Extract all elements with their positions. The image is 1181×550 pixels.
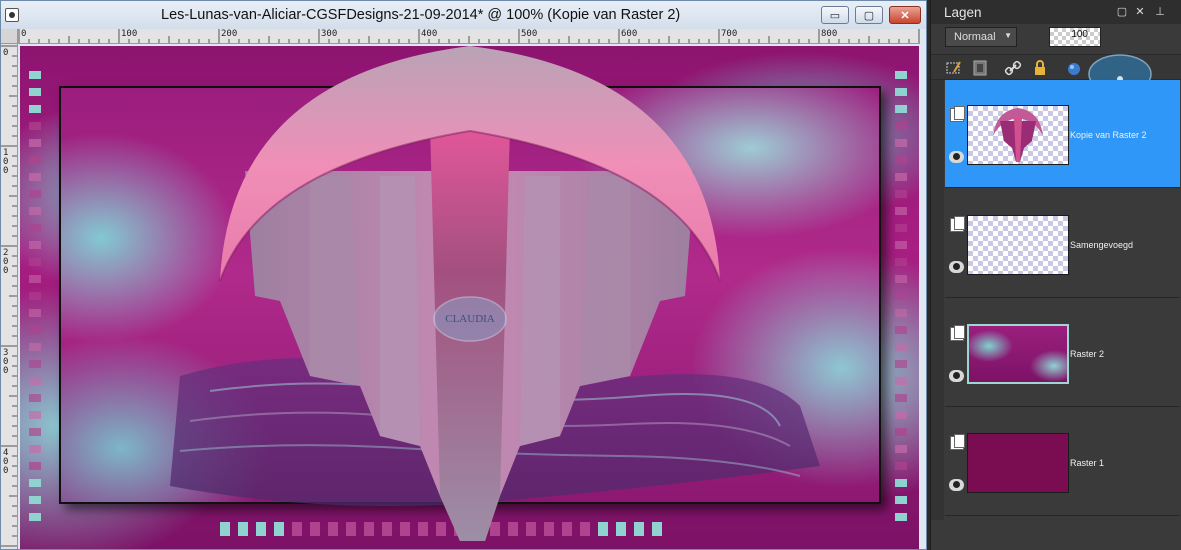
opacity-field[interactable]: 100	[1049, 27, 1101, 47]
minimize-button[interactable]: ▭	[821, 6, 849, 24]
ruler-label: 100	[121, 29, 138, 39]
layer-thumbnail-art	[993, 108, 1043, 162]
visibility-eye-icon[interactable]	[949, 479, 964, 491]
layer-type-icon	[950, 106, 965, 122]
panel-pin-icon[interactable]: ⊥	[1153, 5, 1167, 19]
blend-mode-select[interactable]: Normaal ▼	[945, 27, 1017, 47]
watermark-text: CLAUDIA	[445, 313, 495, 325]
ruler-label: 500	[521, 29, 538, 39]
document-window: Les-Lunas-van-Aliciar-CGSFDesigns-21-09-…	[0, 0, 927, 550]
layer-row-raster-2[interactable]: Raster 2	[945, 299, 1180, 407]
ruler-label: 0	[3, 48, 9, 58]
ruler-label: 300	[321, 29, 338, 39]
document-titlebar[interactable]: Les-Lunas-van-Aliciar-CGSFDesigns-21-09-…	[1, 1, 926, 29]
dome-artwork: CLAUDIA	[170, 46, 820, 541]
layer-list: Kopie van Raster 2 Samengevoegd Raster 2	[945, 80, 1180, 520]
image-canvas[interactable]: CLAUDIA	[20, 46, 919, 549]
close-button[interactable]: ✕	[889, 6, 921, 24]
visibility-eye-icon[interactable]	[949, 151, 964, 163]
visibility-eye-icon[interactable]	[949, 370, 964, 382]
layer-thumbnail	[967, 105, 1069, 165]
layer-thumbnail	[967, 433, 1069, 493]
edit-selection-icon[interactable]	[945, 59, 963, 77]
document-title: Les-Lunas-van-Aliciar-CGSFDesigns-21-09-…	[161, 7, 681, 23]
ruler-label: 0	[3, 366, 9, 376]
ruler-label: 0	[3, 166, 9, 176]
mask-icon[interactable]	[971, 59, 989, 77]
layer-type-icon	[950, 216, 965, 232]
ruler-corner	[1, 29, 18, 44]
layer-row-kopie-van-raster-2[interactable]: Kopie van Raster 2	[945, 80, 1180, 188]
layers-panel: Lagen ▢ ✕ ⊥ Normaal ▼ 100 Kopie van Rast…	[930, 0, 1181, 550]
effects-icon[interactable]	[1065, 59, 1083, 77]
ruler-label: 200	[221, 29, 238, 39]
chevron-down-icon: ▼	[1004, 31, 1012, 40]
layer-type-icon	[950, 325, 965, 341]
layers-panel-title: Lagen	[944, 5, 982, 20]
blend-mode-value: Normaal	[954, 31, 996, 43]
layer-thumbnail	[967, 215, 1069, 275]
ruler-horizontal[interactable]: 0 100 200 300 400 500 600 700 800	[18, 29, 920, 44]
visibility-eye-icon[interactable]	[949, 261, 964, 273]
ruler-vertical[interactable]: 0100200300400	[1, 44, 18, 549]
link-icon[interactable]	[1004, 59, 1022, 77]
layer-row-raster-1[interactable]: Raster 1	[945, 408, 1180, 516]
layer-name: Raster 1	[1070, 458, 1105, 468]
lock-icon[interactable]	[1031, 59, 1049, 77]
opacity-value: 100	[1071, 29, 1088, 40]
layers-toolbar	[931, 54, 1181, 94]
ruler-label: 600	[621, 29, 638, 39]
layers-panel-header: Lagen ▢ ✕ ⊥	[931, 0, 1181, 24]
ruler-label: 400	[421, 29, 438, 39]
panel-close-icon[interactable]: ✕	[1133, 5, 1147, 19]
layers-scrollbar[interactable]	[931, 80, 944, 520]
ruler-label: 0	[3, 466, 9, 476]
ruler-label: 700	[721, 29, 738, 39]
layer-name: Samengevoegd	[1070, 240, 1134, 250]
layer-row-samengevoegd[interactable]: Samengevoegd	[945, 190, 1180, 298]
ruler-label: 0	[21, 29, 27, 39]
ruler-label: 0	[3, 266, 9, 276]
maximize-button[interactable]: ▢	[855, 6, 883, 24]
layer-type-icon	[950, 434, 965, 450]
ruler-label: 800	[821, 29, 838, 39]
camera-icon[interactable]	[5, 8, 19, 22]
layer-name: Kopie van Raster 2	[1070, 130, 1147, 140]
app-root: Les-Lunas-van-Aliciar-CGSFDesigns-21-09-…	[0, 0, 1181, 550]
panel-maximize-icon[interactable]: ▢	[1115, 5, 1129, 19]
layer-name: Raster 2	[1070, 349, 1105, 359]
layer-thumbnail	[967, 324, 1069, 384]
